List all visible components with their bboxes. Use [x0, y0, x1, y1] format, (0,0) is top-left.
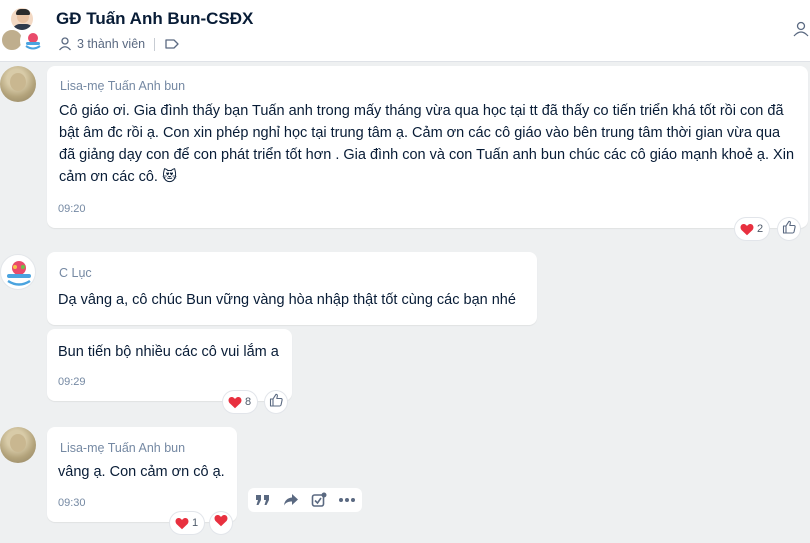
- message-actions-toolbar: [248, 488, 362, 512]
- reaction-badge[interactable]: 2: [735, 218, 770, 240]
- group-title[interactable]: GĐ Tuấn Anh Bun-CSĐX: [56, 9, 253, 29]
- like-button[interactable]: [778, 218, 800, 240]
- reaction-count: 2: [757, 223, 764, 235]
- message-text: Cô giáo ơi. Gia đình thấy bạn Tuấn anh t…: [59, 103, 795, 185]
- sender-name: C Lục: [59, 266, 92, 280]
- heart-icon: [228, 396, 242, 409]
- sender-name: Lisa-mẹ Tuấn Anh bun: [60, 441, 186, 455]
- message-bubble[interactable]: Lisa-mẹ Tuấn Anh bun Cô giáo ơi. Gia đìn…: [47, 66, 808, 228]
- thumbs-up-icon: [269, 393, 283, 412]
- heart-icon: [175, 517, 189, 530]
- message-time: 09:29: [58, 376, 86, 388]
- sender-avatar[interactable]: [0, 427, 36, 463]
- reaction-badge[interactable]: 8: [223, 391, 258, 413]
- heart-icon: [214, 514, 228, 532]
- message-text: Bun tiến bộ nhiều các cô vui lắm a: [58, 344, 279, 360]
- group-avatar[interactable]: [0, 6, 48, 54]
- sender-name: Lisa-mẹ Tuấn Anh bun: [60, 79, 186, 93]
- chat-header: GĐ Tuấn Anh Bun-CSĐX 3 thành viên: [0, 0, 810, 62]
- reaction-badge[interactable]: 1: [170, 512, 205, 534]
- member-count[interactable]: 3 thành viên: [77, 37, 145, 51]
- like-button[interactable]: [265, 391, 287, 413]
- message-text: vâng ạ. Con cảm ơn cô ạ.: [58, 464, 225, 480]
- message-bubble[interactable]: C Lục Dạ vâng a, cô chúc Bun vững vàng h…: [47, 252, 537, 325]
- more-options-icon[interactable]: [336, 489, 358, 511]
- message-text: Dạ vâng a, cô chúc Bun vững vàng hòa nhậ…: [58, 292, 516, 308]
- message-time: 09:30: [58, 497, 86, 509]
- sender-avatar[interactable]: [0, 254, 36, 290]
- message-bubble[interactable]: Lisa-mẹ Tuấn Anh bun vâng ạ. Con cảm ơn …: [47, 427, 237, 522]
- reaction-count: 1: [192, 517, 199, 529]
- add-to-todo-icon[interactable]: [308, 489, 330, 511]
- message-time: 09:20: [58, 203, 86, 215]
- add-member-icon[interactable]: [792, 20, 810, 38]
- sender-avatar[interactable]: [0, 66, 36, 102]
- thumbs-up-icon: [782, 220, 796, 239]
- heart-react-button[interactable]: [210, 512, 232, 534]
- member-avatar: [20, 28, 46, 54]
- tag-icon[interactable]: [164, 36, 180, 52]
- forward-icon[interactable]: [280, 489, 302, 511]
- group-subtitle: 3 thành viên: [57, 35, 184, 53]
- members-icon[interactable]: [57, 36, 73, 52]
- heart-icon: [740, 223, 754, 236]
- divider: [154, 37, 156, 51]
- message-bubble[interactable]: Bun tiến bộ nhiều các cô vui lắm a 09:29: [47, 329, 292, 401]
- quote-icon[interactable]: [252, 489, 274, 511]
- reaction-count: 8: [245, 396, 252, 408]
